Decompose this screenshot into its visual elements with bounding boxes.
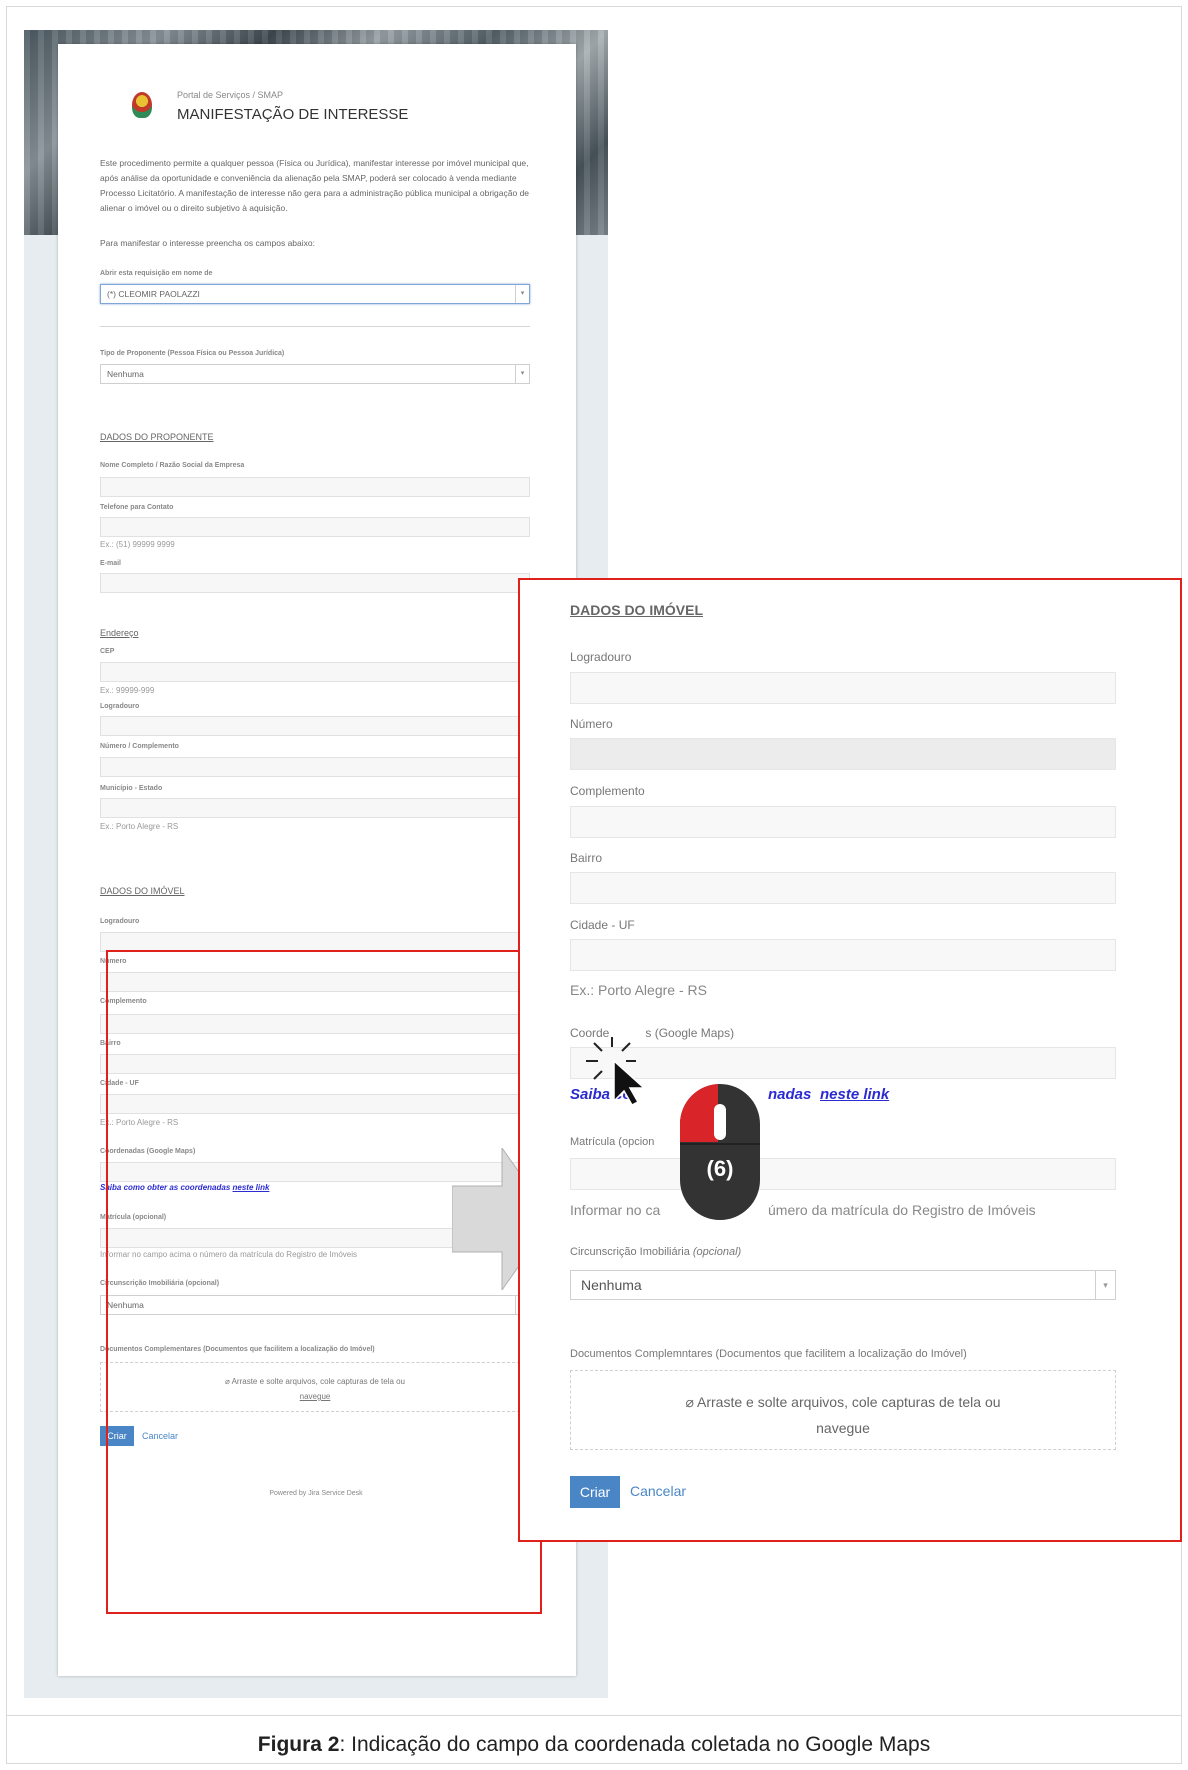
street-label: Logradouro bbox=[100, 703, 140, 710]
zoom-create-button[interactable]: Criar bbox=[570, 1476, 620, 1508]
zoom-city-hint: Ex.: Porto Alegre - RS bbox=[570, 982, 707, 998]
section-address-title: Endereço bbox=[100, 628, 139, 638]
phone-label: Telefone para Contato bbox=[100, 504, 174, 511]
zoom-panel: DADOS DO IMÓVEL Logradouro Número Comple… bbox=[518, 578, 1182, 1542]
property-street-label: Logradouro bbox=[100, 918, 140, 925]
mouse-cursor-icon bbox=[586, 1037, 646, 1105]
zoom-circumscription-select[interactable]: Nenhuma ▾ bbox=[570, 1270, 1116, 1300]
zoom-city-input[interactable] bbox=[570, 939, 1116, 971]
property-street-input[interactable] bbox=[100, 932, 530, 952]
zoom-section-title: DADOS DO IMÓVEL bbox=[570, 602, 704, 618]
chevron-down-icon: ▾ bbox=[515, 365, 529, 383]
page-title: MANIFESTAÇÃO DE INTERESSE bbox=[177, 106, 409, 123]
city-logo-icon bbox=[132, 92, 152, 118]
caption-label: Figura 2 bbox=[257, 1733, 340, 1756]
form-description: Este procedimento permite a qualquer pes… bbox=[100, 158, 530, 213]
zoom-district-label: Bairro bbox=[570, 851, 603, 865]
form-instruction: Para manifestar o interesse preencha os … bbox=[100, 238, 315, 248]
zoom-registration-input[interactable] bbox=[570, 1158, 1116, 1190]
zoom-complement-label: Complemento bbox=[570, 784, 645, 798]
section-property-title: DADOS DO IMÓVEL bbox=[100, 886, 185, 896]
phone-hint: Ex.: (51) 99999 9999 bbox=[100, 540, 175, 549]
zoom-number-input[interactable] bbox=[570, 738, 1116, 770]
city-state-label: Município - Estado bbox=[100, 785, 163, 792]
breadcrumb[interactable]: Portal de Serviços / SMAP bbox=[177, 90, 283, 100]
zoom-circumscription-label-text: Circunscrição Imobiliária bbox=[570, 1246, 690, 1258]
zoom-coords-help-link[interactable]: neste link bbox=[820, 1086, 889, 1103]
email-label: E-mail bbox=[100, 560, 122, 567]
step-label: (6) bbox=[706, 1156, 734, 1181]
proponent-type-value: Nenhuma bbox=[107, 369, 144, 379]
section-proponent-title: DADOS DO PROPONENTE bbox=[100, 432, 214, 442]
zoom-complement-input[interactable] bbox=[570, 806, 1116, 838]
cep-input[interactable] bbox=[100, 662, 530, 682]
cep-hint: Ex.: 99999-999 bbox=[100, 686, 155, 695]
zoom-circumscription-value: Nenhuma bbox=[581, 1277, 642, 1293]
zoom-dropzone-text: Arraste e solte arquivos, cole capturas … bbox=[697, 1394, 1001, 1410]
city-state-input[interactable] bbox=[100, 798, 530, 818]
zoom-registration-hint-end: úmero da matrícula do Registro de Imóvei… bbox=[768, 1202, 1036, 1218]
full-name-input[interactable] bbox=[100, 477, 530, 497]
divider bbox=[100, 326, 530, 327]
city-state-hint: Ex.: Porto Alegre - RS bbox=[100, 822, 179, 831]
zoom-registration-hint-start: Informar no ca bbox=[570, 1202, 661, 1218]
caption-divider bbox=[6, 1715, 1182, 1716]
number-complement-input[interactable] bbox=[100, 757, 530, 777]
full-name-label: Nome Completo / Razão Social da Empresa bbox=[100, 462, 245, 469]
proponent-type-label: Tipo de Proponente (Pessoa Física ou Pes… bbox=[100, 350, 285, 357]
zoom-street-input[interactable] bbox=[570, 672, 1116, 704]
paperclip-icon: ⌀ bbox=[685, 1394, 694, 1410]
zoom-circumscription-optional: (opcional) bbox=[692, 1246, 742, 1258]
zoom-district-input[interactable] bbox=[570, 872, 1116, 904]
zoom-city-label: Cidade - UF bbox=[570, 918, 635, 932]
zoom-cancel-link[interactable]: Cancelar bbox=[630, 1483, 686, 1499]
phone-input[interactable] bbox=[100, 517, 530, 537]
proponent-type-select[interactable]: Nenhuma ▾ bbox=[100, 364, 530, 384]
zoom-coords-help-text-end: nadas bbox=[768, 1086, 812, 1103]
street-input[interactable] bbox=[100, 716, 530, 736]
cep-label: CEP bbox=[100, 648, 115, 655]
request-on-behalf-label: Abrir esta requisição em nome de bbox=[100, 270, 213, 277]
request-on-behalf-select[interactable]: (*) CLEOMIR PAOLAZZI ▾ bbox=[100, 284, 530, 304]
zoom-docs-dropzone[interactable]: ⌀ Arraste e solte arquivos, cole captura… bbox=[570, 1370, 1116, 1450]
zoom-docs-label: Documentos Complemntares (Documentos que… bbox=[570, 1348, 967, 1360]
chevron-down-icon: ▾ bbox=[1095, 1271, 1115, 1299]
number-complement-label: Número / Complemento bbox=[100, 743, 179, 750]
caption-text: : Indicação do campo da coordenada colet… bbox=[339, 1733, 931, 1756]
email-input[interactable] bbox=[100, 573, 530, 593]
zoom-street-label: Logradouro bbox=[570, 650, 632, 664]
mouse-icon bbox=[679, 1084, 760, 1220]
zoom-browse-link[interactable]: navegue bbox=[816, 1420, 870, 1436]
zoom-circumscription-label: Circunscrição Imobiliária (opcional) bbox=[570, 1246, 741, 1258]
request-on-behalf-value: (*) CLEOMIR PAOLAZZI bbox=[107, 289, 200, 299]
chevron-down-icon: ▾ bbox=[515, 285, 529, 303]
zoom-number-label: Número bbox=[570, 717, 613, 731]
zoom-registration-label: Matrícula (opcion bbox=[570, 1136, 655, 1148]
figure-caption: Figura 2: Indicação do campo da coordena… bbox=[0, 1733, 1188, 1757]
